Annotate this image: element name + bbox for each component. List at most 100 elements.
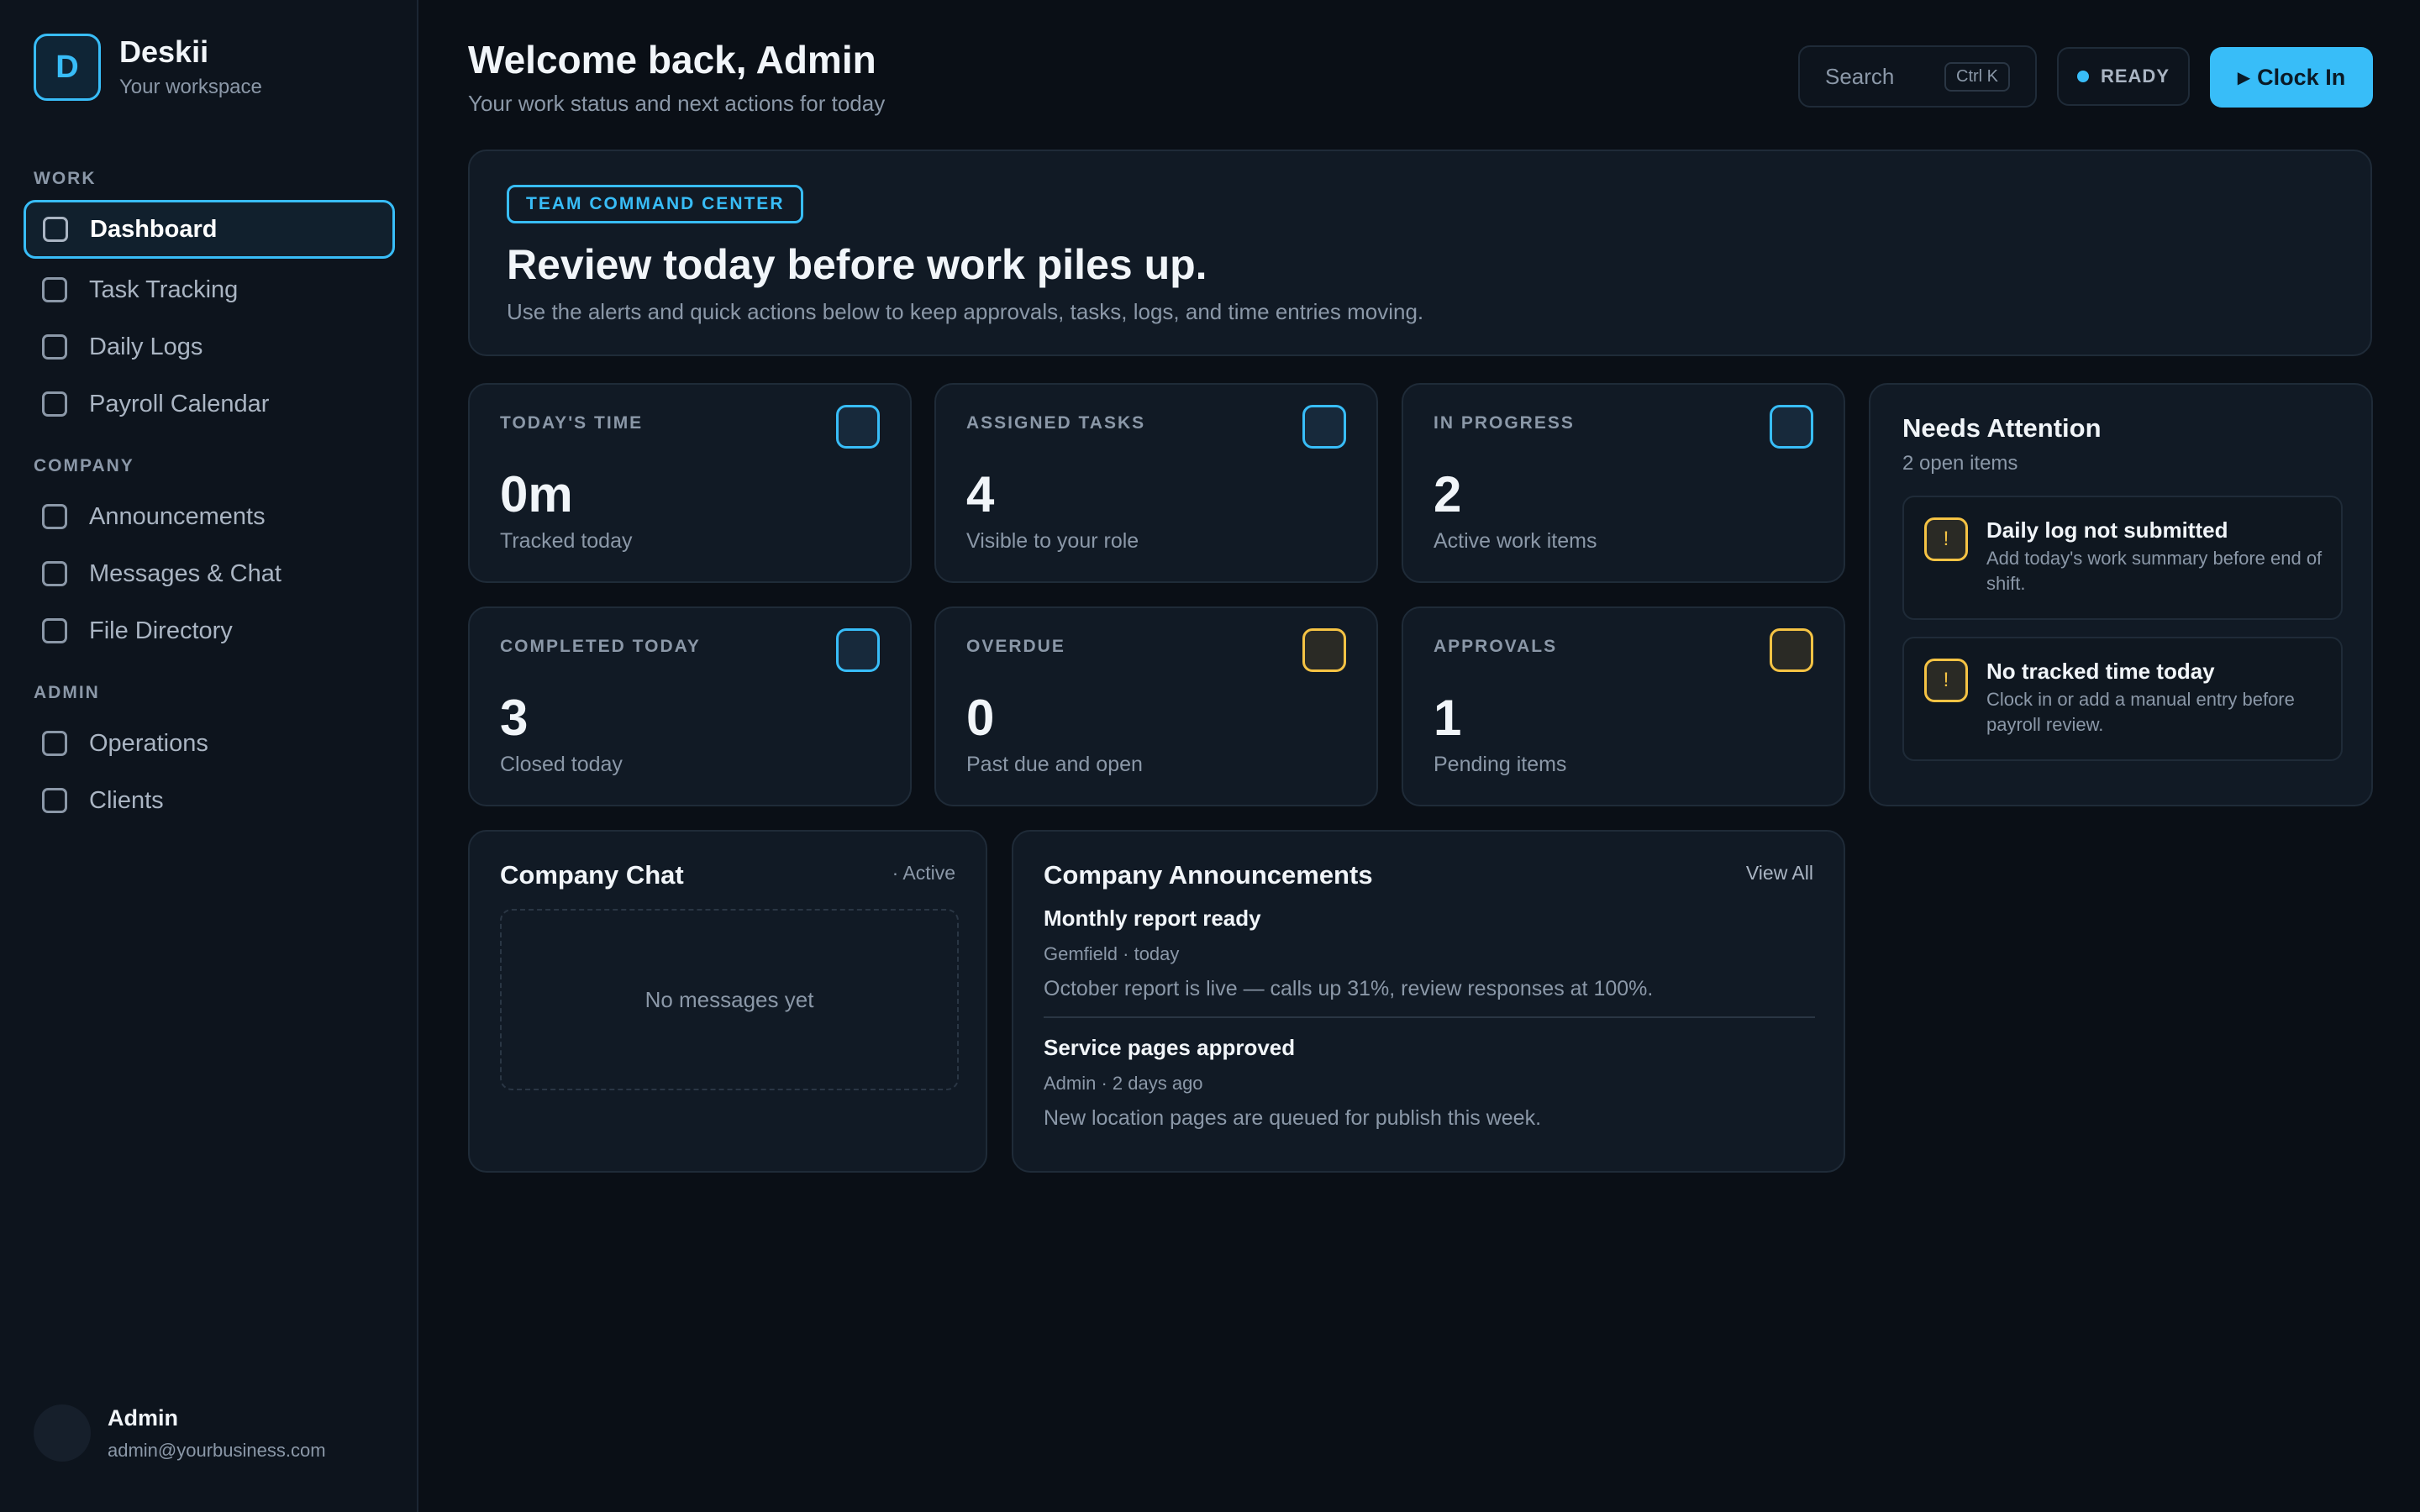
- sidebar-item-payroll-calendar[interactable]: Payroll Calendar: [24, 375, 395, 433]
- sidebar-item-file-directory[interactable]: File Directory: [24, 601, 395, 660]
- brand-logo: D: [34, 34, 101, 101]
- stat-label: TODAY'S TIME: [500, 413, 644, 433]
- attention-item-title: Daily log not submitted: [1986, 517, 2228, 543]
- announcement-body: October report is live — calls up 31%, r…: [1044, 977, 1654, 1000]
- sidebar-item-clients[interactable]: Clients: [24, 771, 395, 830]
- stat-label: IN PROGRESS: [1434, 413, 1575, 433]
- brand[interactable]: D Deskii Your workspace: [34, 34, 262, 101]
- sidebar-item-label: Operations: [89, 729, 208, 757]
- log-icon: [42, 334, 67, 360]
- nav-section-work: WORK: [34, 169, 97, 188]
- search-placeholder: Search: [1825, 63, 1895, 89]
- stat-value: 4: [966, 466, 995, 522]
- announcement-meta: Admin · 2 days ago: [1044, 1073, 1203, 1094]
- announcement-title: Service pages approved: [1044, 1035, 1296, 1060]
- stat-value: 0: [966, 690, 995, 746]
- user-email: admin@yourbusiness.com: [108, 1439, 326, 1461]
- nav-section-company: COMPANY: [34, 456, 134, 475]
- announcement-meta: Gemfield · today: [1044, 943, 1180, 964]
- user-name: Admin: [108, 1404, 178, 1431]
- hero-tag: TEAM COMMAND CENTER: [507, 185, 804, 223]
- tasks-icon: [1302, 405, 1346, 449]
- chat-title: Company Chat: [500, 860, 684, 890]
- sidebar-item-daily-logs[interactable]: Daily Logs: [24, 318, 395, 376]
- sidebar-item-label: Dashboard: [90, 215, 218, 243]
- page-title: Welcome back, Admin: [468, 38, 876, 81]
- calendar-icon: [42, 391, 67, 417]
- announcement-title: Monthly report ready: [1044, 906, 1261, 931]
- hero-banner: TEAM COMMAND CENTER Review today before …: [468, 150, 2372, 356]
- attention-item-title: No tracked time today: [1986, 659, 2215, 684]
- stat-card-in-progress[interactable]: IN PROGRESS 2 Active work items: [1402, 383, 1845, 583]
- approval-icon: [1770, 628, 1813, 672]
- sidebar-item-label: File Directory: [89, 617, 233, 644]
- brand-name: Deskii: [119, 34, 209, 69]
- nav-section-admin: ADMIN: [34, 683, 100, 702]
- progress-icon: [1770, 405, 1813, 449]
- stat-value: 0m: [500, 466, 573, 522]
- announcement-body: New location pages are queued for publis…: [1044, 1106, 1542, 1130]
- chat-icon: [42, 561, 67, 586]
- stat-card-todays-time[interactable]: TODAY'S TIME 0m Tracked today: [468, 383, 912, 583]
- folder-icon: [42, 618, 67, 643]
- megaphone-icon: [42, 504, 67, 529]
- attention-item-description: Add today's work summary before end of s…: [1986, 548, 2323, 594]
- stat-label: APPROVALS: [1434, 637, 1558, 656]
- stat-description: Visible to your role: [966, 529, 1139, 553]
- stat-card-overdue[interactable]: OVERDUE 0 Past due and open: [934, 606, 1378, 806]
- announcements-title: Company Announcements: [1044, 860, 1373, 890]
- stat-card-approvals[interactable]: APPROVALS 1 Pending items: [1402, 606, 1845, 806]
- stat-label: COMPLETED TODAY: [500, 637, 701, 656]
- sidebar-item-dashboard[interactable]: Dashboard: [24, 200, 395, 259]
- sidebar-item-label: Announcements: [89, 502, 266, 530]
- search-input[interactable]: Search Ctrl K: [1798, 45, 2037, 108]
- divider: [1044, 1016, 1815, 1018]
- avatar: [34, 1404, 91, 1462]
- sidebar: D Deskii Your workspace WORK Dashboard T…: [0, 0, 418, 1512]
- attention-item[interactable]: ! Daily log not submitted Add today's wo…: [1902, 496, 2343, 620]
- announcement-item[interactable]: Service pages approved Admin · 2 days ag…: [1044, 1035, 1815, 1131]
- sidebar-item-label: Daily Logs: [89, 333, 203, 360]
- status-label: READY: [2100, 66, 2170, 87]
- stat-card-completed-today[interactable]: COMPLETED TODAY 3 Closed today: [468, 606, 912, 806]
- stat-description: Tracked today: [500, 529, 633, 553]
- sidebar-item-label: Messages & Chat: [89, 559, 281, 587]
- sidebar-item-messages-chat[interactable]: Messages & Chat: [24, 544, 395, 603]
- clock-in-button[interactable]: ▶ Clock In: [2210, 47, 2373, 108]
- sidebar-item-operations[interactable]: Operations: [24, 714, 395, 773]
- status-badge: READY: [2057, 47, 2190, 106]
- announcement-item[interactable]: Monthly report ready Gemfield · today Oc…: [1044, 906, 1815, 1001]
- sidebar-item-label: Payroll Calendar: [89, 390, 270, 417]
- sidebar-item-task-tracking[interactable]: Task Tracking: [24, 260, 395, 319]
- status-dot-icon: [2076, 71, 2089, 82]
- warning-icon: !: [1924, 659, 1968, 702]
- attention-item[interactable]: ! No tracked time today Clock in or add …: [1902, 637, 2343, 761]
- company-chat-panel: Company Chat · Active No messages yet: [468, 830, 987, 1173]
- brand-subtitle: Your workspace: [119, 76, 262, 98]
- clock-in-label: Clock In: [2257, 64, 2346, 90]
- attention-count: 2 open items: [1902, 452, 2018, 475]
- task-icon: [42, 277, 67, 302]
- view-all-link[interactable]: View All: [1746, 862, 1813, 885]
- user-card[interactable]: Admin admin@yourbusiness.com: [34, 1404, 326, 1462]
- stat-description: Pending items: [1434, 753, 1567, 776]
- hero-subtitle: Use the alerts and quick actions below t…: [507, 299, 1424, 324]
- stat-description: Active work items: [1434, 529, 1597, 553]
- play-icon: ▶: [2237, 68, 2251, 87]
- stat-value: 3: [500, 690, 529, 746]
- sidebar-item-announcements[interactable]: Announcements: [24, 487, 395, 546]
- search-shortcut-badge: Ctrl K: [1944, 61, 2010, 92]
- chat-empty-text: No messages yet: [644, 986, 814, 1012]
- clock-icon: [836, 405, 880, 449]
- operations-icon: [42, 731, 67, 756]
- stat-description: Past due and open: [966, 753, 1143, 776]
- alert-icon: [1302, 628, 1346, 672]
- attention-title: Needs Attention: [1902, 413, 2102, 443]
- stat-card-assigned-tasks[interactable]: ASSIGNED TASKS 4 Visible to your role: [934, 383, 1378, 583]
- warning-icon: !: [1924, 517, 1968, 561]
- chat-empty-state: No messages yet: [500, 909, 959, 1090]
- stat-label: ASSIGNED TASKS: [966, 413, 1146, 433]
- clients-icon: [42, 788, 67, 813]
- stat-description: Closed today: [500, 753, 623, 776]
- chat-status: · Active: [892, 862, 955, 884]
